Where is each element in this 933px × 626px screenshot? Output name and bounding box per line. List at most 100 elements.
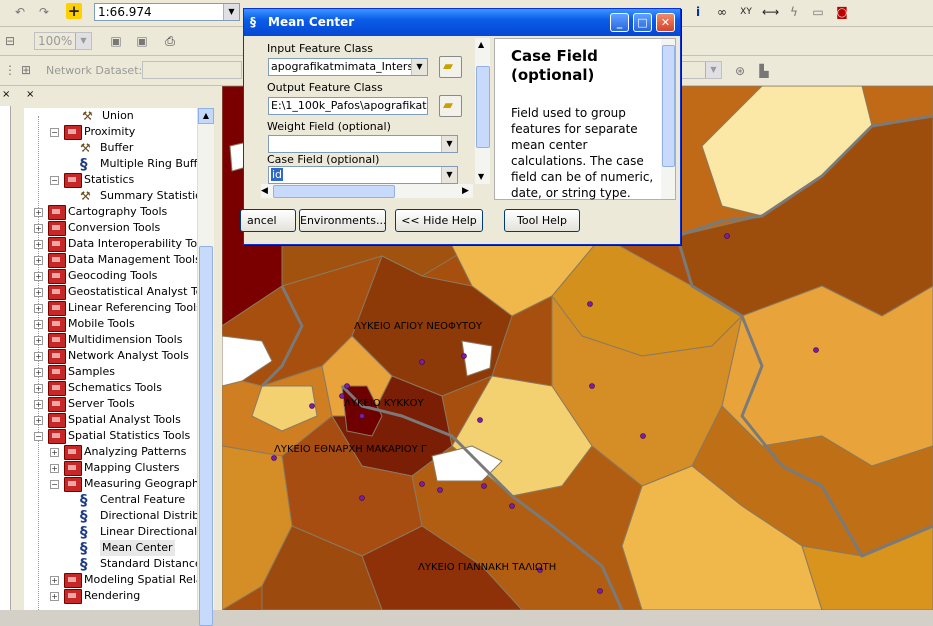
scroll-right-icon[interactable]: ▶ — [462, 184, 469, 198]
tree-item[interactable]: + Cartography Tools — [24, 204, 197, 220]
chevron-down-icon[interactable]: ▼ — [441, 167, 457, 183]
tree-item[interactable]: + Conversion Tools — [24, 220, 197, 236]
lightning-icon[interactable]: ϟ — [786, 4, 802, 20]
chevron-down-icon[interactable]: ▼ — [223, 4, 239, 20]
expand-icon[interactable]: + — [34, 352, 43, 361]
expand-icon[interactable]: + — [34, 400, 43, 409]
redo-icon[interactable]: ↷ — [36, 4, 52, 20]
map-scale-combo[interactable]: 1:66.974 ▼ — [94, 3, 240, 21]
expand-icon[interactable]: + — [50, 448, 59, 457]
input-feature-class-combo[interactable]: apografikatmimata_Intersec ▼ — [268, 58, 428, 76]
tree-item[interactable]: § Linear Directional M — [24, 524, 197, 540]
expand-icon[interactable]: + — [34, 272, 43, 281]
expand-icon[interactable]: + — [34, 320, 43, 329]
chevron-down-icon[interactable]: ▼ — [75, 33, 91, 49]
tree-item[interactable]: − Measuring Geographic I — [24, 476, 197, 492]
tree-item[interactable]: − Spatial Statistics Tools — [24, 428, 197, 444]
tree-item[interactable]: § Central Feature — [24, 492, 197, 508]
tree-scrollbar[interactable]: ▲ — [197, 108, 214, 626]
tree-item[interactable]: + Modeling Spatial Relatic — [24, 572, 197, 588]
expand-icon[interactable]: + — [50, 576, 59, 585]
fixed-zoom-out-icon[interactable]: ▣ — [134, 33, 150, 49]
tree-item[interactable]: § Standard Distance — [24, 556, 197, 572]
fingerprint-icon[interactable]: ⊛ — [732, 63, 748, 79]
info-icon[interactable]: i — [690, 4, 706, 20]
measure-icon[interactable]: ⟷ — [762, 4, 779, 20]
minimize-button[interactable]: _ — [610, 13, 629, 32]
expand-icon[interactable]: + — [50, 592, 59, 601]
collapse-icon[interactable]: − — [50, 480, 59, 489]
scroll-left-icon[interactable]: ◀ — [261, 184, 268, 198]
tree-item[interactable]: + Analyzing Patterns — [24, 444, 197, 460]
tree-item[interactable]: − Proximity — [24, 124, 197, 140]
collapse-icon[interactable]: − — [50, 128, 59, 137]
expand-icon[interactable]: + — [34, 256, 43, 265]
expand-icon[interactable]: + — [34, 224, 43, 233]
tree-item[interactable]: + Geostatistical Analyst Tools — [24, 284, 197, 300]
scroll-up-icon[interactable]: ▲ — [478, 40, 484, 49]
zoom-page-icon[interactable]: ⊟ — [2, 33, 18, 49]
output-feature-class-field[interactable]: E:\1_100k_Pafos\apografikatm — [268, 97, 428, 115]
weight-field-combo[interactable]: ▼ — [268, 135, 458, 153]
tree-item[interactable]: § Directional Distribut — [24, 508, 197, 524]
chevron-down-icon[interactable]: ▼ — [411, 59, 427, 75]
expand-icon[interactable]: + — [34, 336, 43, 345]
xy-icon[interactable]: XY — [738, 4, 754, 20]
tree-item[interactable]: + Schematics Tools — [24, 380, 197, 396]
tree-item[interactable]: + Server Tools — [24, 396, 197, 412]
chevron-down-icon[interactable]: ▼ — [441, 136, 457, 152]
hscroll-thumb[interactable] — [273, 185, 395, 198]
help-scroll-thumb[interactable] — [662, 45, 675, 167]
expand-icon[interactable]: + — [34, 240, 43, 249]
tree-item[interactable]: + Multidimension Tools — [24, 332, 197, 348]
network-dataset-combo[interactable] — [142, 61, 242, 79]
toolbox-close-icon[interactable]: × — [26, 90, 36, 100]
tree-item[interactable]: + Spatial Analyst Tools — [24, 412, 197, 428]
case-field-combo[interactable]: id ▼ — [268, 166, 458, 184]
tree-item[interactable]: + Data Management Tools — [24, 252, 197, 268]
tree-item[interactable]: § Multiple Ring Buffer — [24, 156, 197, 172]
expand-icon[interactable]: + — [34, 416, 43, 425]
tree-item[interactable]: § Mean Center — [24, 540, 197, 556]
fixed-zoom-in-icon[interactable]: ▣ — [108, 33, 124, 49]
tree-item[interactable]: ⚒ Buffer — [24, 140, 197, 156]
chevron-down-icon[interactable]: ▼ — [705, 62, 721, 78]
hide-help-button[interactable]: << Hide Help — [395, 209, 483, 232]
scroll-down-icon[interactable]: ▼ — [478, 172, 484, 181]
note-icon[interactable]: ▭ — [810, 4, 826, 20]
add-data-icon[interactable]: + — [66, 3, 82, 19]
parameters-hscrollbar[interactable]: ◀ ▶ — [261, 184, 473, 198]
browse-input-button[interactable]: ▰ — [439, 56, 462, 78]
expand-icon[interactable]: + — [34, 368, 43, 377]
expand-icon[interactable]: + — [34, 384, 43, 393]
vscroll-thumb[interactable] — [476, 66, 490, 148]
parameters-vscrollbar[interactable]: ▲ ▼ — [475, 38, 490, 184]
toc-close-icon[interactable]: × — [2, 90, 12, 100]
expand-icon[interactable]: + — [34, 208, 43, 217]
tree-item[interactable]: + Mobile Tools — [24, 316, 197, 332]
cancel-button[interactable]: ancel — [240, 209, 296, 232]
tree-item[interactable]: + Linear Referencing Tools — [24, 300, 197, 316]
tree-item[interactable]: − Statistics — [24, 172, 197, 188]
tree-item[interactable]: + Rendering — [24, 588, 197, 604]
environments-button[interactable]: Environments... — [299, 209, 386, 232]
scroll-thumb[interactable] — [199, 246, 213, 626]
network-dataset-combo-right[interactable]: ▼ — [678, 61, 722, 79]
tree-item[interactable]: + Samples — [24, 364, 197, 380]
maximize-button[interactable]: □ — [633, 13, 652, 32]
collapse-icon[interactable]: − — [34, 432, 43, 441]
tree-item[interactable]: ⚒ Summary Statistics — [24, 188, 197, 204]
chart-icon[interactable]: ▙ — [756, 63, 772, 79]
hyperlink-icon[interactable]: ◙ — [834, 4, 850, 20]
browse-output-button[interactable]: ▰ — [439, 95, 462, 117]
expand-icon[interactable]: + — [34, 288, 43, 297]
binoculars-icon[interactable]: ∞ — [714, 4, 730, 20]
tree-item[interactable]: + Data Interoperability Tools — [24, 236, 197, 252]
help-vscrollbar[interactable] — [661, 39, 675, 199]
collapse-icon[interactable]: − — [50, 176, 59, 185]
tree-item[interactable]: + Network Analyst Tools — [24, 348, 197, 364]
dialog-title-bar[interactable]: § Mean Center _ □ ✕ — [244, 9, 680, 36]
expand-icon[interactable]: + — [34, 304, 43, 313]
expand-icon[interactable]: + — [50, 464, 59, 473]
tree-item[interactable]: + Geocoding Tools — [24, 268, 197, 284]
